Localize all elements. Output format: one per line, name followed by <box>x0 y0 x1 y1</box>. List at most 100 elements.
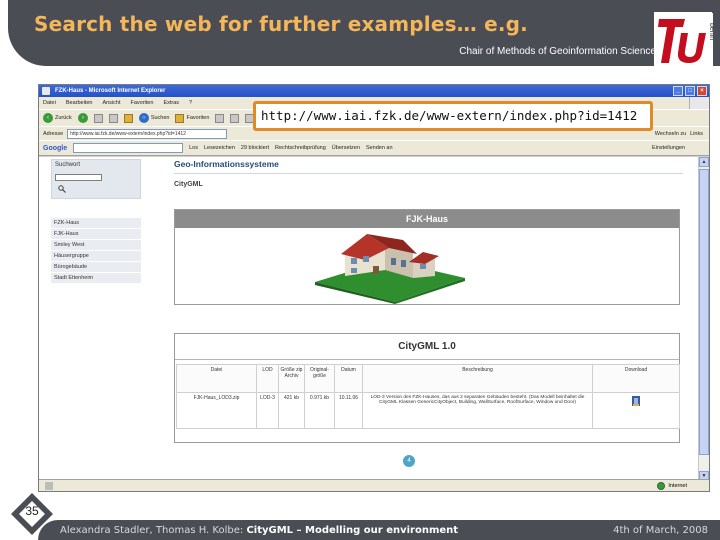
main-column: Geo-Informationssysteme CityGML FJK-Haus <box>171 157 683 481</box>
search-label: Suchen <box>150 115 170 121</box>
house-panel: FJK-Haus <box>174 209 680 305</box>
cell-description: LOD-3 Version des FZK-Hauses, das aus 2 … <box>362 392 593 429</box>
cell-download <box>592 392 680 429</box>
status-bar: Internet <box>39 479 709 491</box>
menu-item-edit[interactable]: Bearbeiten <box>66 97 93 109</box>
vertical-scrollbar[interactable]: ▲ ▼ <box>698 157 709 481</box>
site-title: Geo-Informationssysteme <box>174 159 279 169</box>
favorites-button[interactable]: Favoriten <box>175 113 210 123</box>
home-icon[interactable] <box>123 113 133 123</box>
history-icon[interactable] <box>215 113 225 123</box>
col-header-file: Datei <box>176 364 257 393</box>
forward-button[interactable]: › <box>77 113 88 123</box>
window-titlebar: FZK-Haus - Microsoft Internet Explorer _… <box>39 85 709 97</box>
scroll-thumb[interactable] <box>699 169 709 455</box>
nav-item-stadt-ettenheim[interactable]: Stadt Ettenheim <box>51 272 141 283</box>
download-table: Datei LOD Größe zip Archiv Original-größ… <box>176 364 680 429</box>
google-settings-button[interactable]: Einstellungen <box>652 145 709 151</box>
slide-header: Search the web for further examples… e.g… <box>0 0 720 71</box>
table-header-row: Datei LOD Größe zip Archiv Original-größ… <box>176 364 680 393</box>
cell-orig-size: 0.971 kb <box>304 392 335 429</box>
house-3d-model-image <box>315 234 465 304</box>
google-go-button[interactable]: Los <box>189 145 198 151</box>
favorites-label: Favoriten <box>186 115 210 121</box>
site-search-input[interactable] <box>55 174 102 181</box>
address-input[interactable]: http://www.iai.fzk.de/www-extern/index.p… <box>67 128 228 139</box>
col-header-download: Download <box>592 364 680 393</box>
house-panel-title: FJK-Haus <box>175 210 679 228</box>
menu-item-view[interactable]: Ansicht <box>102 97 120 109</box>
window-title: FZK-Haus - Microsoft Internet Explorer <box>55 88 166 94</box>
menu-item-tools[interactable]: Extras <box>163 97 179 109</box>
page-status-icon <box>45 482 53 490</box>
browser-screenshot: FZK-Haus - Microsoft Internet Explorer _… <box>38 84 710 492</box>
google-bookmarks-button[interactable]: Lesezeichen <box>204 145 235 151</box>
close-button[interactable]: × <box>697 86 707 96</box>
search-glass-icon: ○ <box>138 113 149 123</box>
slide-subtitle: Chair of Methods of Geoinformation Scien… <box>459 46 656 57</box>
col-header-orig-size: Original-größe <box>304 364 335 393</box>
ie-icon <box>42 87 50 95</box>
star-icon <box>175 113 185 123</box>
citygml-panel-title: CityGML 1.0 <box>175 334 679 360</box>
title-divider <box>174 173 683 174</box>
links-button[interactable]: Links <box>690 131 703 137</box>
translate-button[interactable]: Übersetzen <box>332 145 360 151</box>
page-number: 35 <box>25 504 39 518</box>
search-button[interactable]: ○ Suchen <box>138 113 170 123</box>
nav-item-haeusergruppe[interactable]: Häusergruppe <box>51 250 141 261</box>
col-header-date: Datum <box>334 364 363 393</box>
table-row: FJK-Haus_LOD3.zip LOD-3 421 kb 0.971 kb … <box>176 392 680 429</box>
col-header-zip-size: Größe zip Archiv <box>278 364 305 393</box>
go-button[interactable]: Wechseln zu <box>655 131 686 137</box>
nav-item-smiley-west[interactable]: Smiley West <box>51 239 141 250</box>
refresh-icon[interactable] <box>108 113 118 123</box>
status-zone-label: Internet <box>668 483 687 489</box>
col-header-lod: LOD <box>256 364 279 393</box>
internet-zone-icon <box>657 482 666 490</box>
maximize-button[interactable]: □ <box>685 86 695 96</box>
nav-item-fzk-haus[interactable]: FZK-Haus <box>51 217 141 228</box>
menu-item-favorites[interactable]: Favoriten <box>131 97 154 109</box>
section-label: CityGML <box>174 181 203 188</box>
site-nav: FZK-Haus FJK-Haus Smiley West Häusergrup… <box>51 217 141 283</box>
nav-item-buerogebaeude[interactable]: Bürogebäude <box>51 261 141 272</box>
scroll-up-icon[interactable]: ▲ <box>699 157 709 167</box>
site-search-label: Suchwort <box>55 162 81 168</box>
spellcheck-button[interactable]: Rechtschreibprüfung <box>275 145 326 151</box>
footer-author-names: Alexandra Stadler, Thomas H. Kolbe: <box>60 525 244 536</box>
magnifier-icon[interactable] <box>58 185 66 193</box>
tu-berlin-logo: berlin <box>654 12 713 71</box>
site-search-box: Suchwort <box>51 159 141 199</box>
footer-authors: Alexandra Stadler, Thomas H. Kolbe: City… <box>60 525 458 536</box>
address-label: Adresse <box>43 130 64 137</box>
cell-date: 10.11.06 <box>334 392 363 429</box>
back-label: Zurück <box>55 115 72 121</box>
windows-logo-icon <box>689 97 709 109</box>
popup-blocked-button[interactable]: 29 blockiert <box>241 145 269 151</box>
left-column: Suchwort FZK-Haus FJK-Haus Smiley West H… <box>51 157 141 481</box>
svg-text:berlin: berlin <box>708 23 713 40</box>
page-content: Suchwort FZK-Haus FJK-Haus Smiley West H… <box>39 157 700 481</box>
google-logo: Google <box>43 144 68 152</box>
citygml-panel: CityGML 1.0 Datei LOD Größe zip Archiv O… <box>174 333 680 443</box>
url-callout: http://www.iai.fzk.de/www-extern/index.p… <box>253 101 653 131</box>
back-arrow-icon: ‹ <box>43 113 53 123</box>
slide-title: Search the web for further examples… e.g… <box>34 12 528 36</box>
download-icon[interactable] <box>630 395 642 407</box>
mail-icon[interactable] <box>230 113 240 123</box>
pager-button[interactable]: 4 <box>403 455 415 467</box>
footer-topic: CityGML – Modelling our environment <box>246 525 459 536</box>
menu-item-file[interactable]: Datei <box>43 97 56 109</box>
footer-date: 4th of March, 2008 <box>613 525 708 536</box>
slide-footer: 35 Alexandra Stadler, Thomas H. Kolbe: C… <box>0 492 720 540</box>
google-search-input[interactable] <box>73 143 184 153</box>
nav-item-fjk-haus[interactable]: FJK-Haus <box>51 228 141 239</box>
back-button[interactable]: ‹ Zurück <box>43 113 72 123</box>
menu-item-help[interactable]: ? <box>189 97 192 109</box>
send-to-button[interactable]: Senden an <box>366 145 393 151</box>
cell-file: FJK-Haus_LOD3.zip <box>176 392 257 429</box>
stop-icon[interactable] <box>93 113 103 123</box>
cell-lod: LOD-3 <box>256 392 279 429</box>
minimize-button[interactable]: _ <box>673 86 683 96</box>
